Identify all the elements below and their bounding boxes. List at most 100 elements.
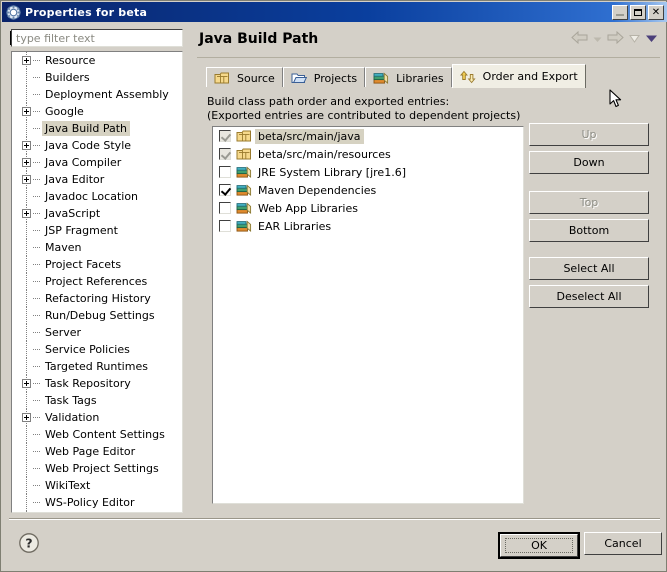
tree-connector bbox=[33, 468, 40, 469]
tree-connector bbox=[33, 213, 40, 214]
tab-libraries[interactable]: Libraries bbox=[365, 67, 452, 88]
entry-checkbox[interactable] bbox=[219, 130, 231, 142]
expand-plus-icon[interactable] bbox=[22, 413, 31, 422]
expand-plus-icon[interactable] bbox=[22, 107, 31, 116]
tree-guide-line bbox=[26, 494, 27, 511]
sidebar-item-web-page-editor[interactable]: Web Page Editor bbox=[12, 443, 182, 460]
tree-connector bbox=[33, 315, 40, 316]
page-title: Java Build Path bbox=[199, 31, 319, 47]
cancel-button[interactable]: Cancel bbox=[584, 532, 662, 555]
sidebar-item-builders[interactable]: Builders bbox=[12, 69, 182, 86]
tree-guide-line bbox=[26, 358, 27, 375]
sidebar-item-jsp-fragment[interactable]: JSP Fragment bbox=[12, 222, 182, 239]
back-arrow-icon[interactable] bbox=[571, 30, 588, 47]
expand-plus-icon[interactable] bbox=[22, 175, 31, 184]
expand-plus-icon[interactable] bbox=[22, 141, 31, 150]
list-item[interactable]: Web App Libraries bbox=[213, 199, 523, 217]
tab-order-and-export[interactable]: Order and Export bbox=[451, 64, 586, 88]
entry-checkbox[interactable] bbox=[219, 148, 231, 160]
library-books-icon bbox=[236, 219, 252, 233]
classpath-entries-list[interactable]: beta/src/main/java beta/src/main/resource… bbox=[212, 126, 524, 504]
expand-plus-icon[interactable] bbox=[22, 209, 31, 218]
entry-label: beta/src/main/java bbox=[255, 128, 364, 144]
sidebar-item-java-build-path[interactable]: Java Build Path bbox=[12, 120, 182, 137]
sidebar-item-ws-policy-editor[interactable]: WS-Policy Editor bbox=[12, 494, 182, 511]
sidebar-item-label: Maven bbox=[45, 241, 82, 254]
sidebar-item-java-editor[interactable]: Java Editor bbox=[12, 171, 182, 188]
tab-projects[interactable]: Projects bbox=[282, 67, 366, 88]
button-label: Down bbox=[573, 156, 605, 169]
tree-connector bbox=[33, 179, 40, 180]
sidebar-item-wikitext[interactable]: WikiText bbox=[12, 477, 182, 494]
menu-chevron-down-icon[interactable] bbox=[645, 33, 658, 46]
select-all-button[interactable]: Select All bbox=[529, 257, 649, 280]
close-button[interactable]: ✕ bbox=[648, 4, 664, 20]
svg-text:?: ? bbox=[25, 536, 32, 551]
list-item[interactable]: beta/src/main/java bbox=[213, 127, 523, 145]
help-icon[interactable]: ? bbox=[18, 532, 40, 554]
package-folder-icon bbox=[236, 129, 252, 143]
settings-tree[interactable]: Resource Builders Deployment Assembly Googl… bbox=[11, 51, 183, 513]
sidebar-item-refactoring-history[interactable]: Refactoring History bbox=[12, 290, 182, 307]
tree-guide-line bbox=[26, 307, 27, 324]
expand-plus-icon[interactable] bbox=[22, 379, 31, 388]
bottom-button[interactable]: Bottom bbox=[529, 219, 649, 242]
button-label: Up bbox=[581, 128, 597, 141]
tree-connector bbox=[33, 145, 40, 146]
expand-plus-icon[interactable] bbox=[22, 158, 31, 167]
entry-checkbox[interactable] bbox=[219, 166, 231, 178]
sidebar-item-javadoc-location[interactable]: Javadoc Location bbox=[12, 188, 182, 205]
back-menu-chevron-down-icon[interactable] bbox=[593, 33, 602, 46]
tree-guide-line bbox=[26, 273, 27, 290]
maximize-button[interactable] bbox=[630, 4, 646, 20]
sidebar-item-java-code-style[interactable]: Java Code Style bbox=[12, 137, 182, 154]
sidebar-item-google[interactable]: Google bbox=[12, 103, 182, 120]
sidebar-item-project-facets[interactable]: Project Facets bbox=[12, 256, 182, 273]
sidebar-item-javascript[interactable]: JavaScript bbox=[12, 205, 182, 222]
sidebar-item-web-project-settings[interactable]: Web Project Settings bbox=[12, 460, 182, 477]
sidebar-item-run-debug-settings[interactable]: Run/Debug Settings bbox=[12, 307, 182, 324]
footer-divider bbox=[9, 518, 660, 520]
light-chevron-down-icon[interactable] bbox=[629, 33, 640, 46]
sidebar-item-label: Targeted Runtimes bbox=[45, 360, 148, 373]
sidebar-item-validation[interactable]: Validation bbox=[12, 409, 182, 426]
sidebar-item-maven[interactable]: Maven bbox=[12, 239, 182, 256]
forward-arrow-icon[interactable] bbox=[607, 30, 624, 47]
package-folder-icon bbox=[236, 147, 252, 161]
minimize-button[interactable] bbox=[612, 4, 628, 20]
tree-connector bbox=[33, 77, 40, 78]
sidebar-item-task-repository[interactable]: Task Repository bbox=[12, 375, 182, 392]
list-item[interactable]: beta/src/main/resources bbox=[213, 145, 523, 163]
list-item[interactable]: JRE System Library [jre1.6] bbox=[213, 163, 523, 181]
sidebar-item-deployment-assembly[interactable]: Deployment Assembly bbox=[12, 86, 182, 103]
sidebar-item-label: Validation bbox=[45, 411, 100, 424]
sidebar-item-java-compiler[interactable]: Java Compiler bbox=[12, 154, 182, 171]
sidebar-item-label: Run/Debug Settings bbox=[45, 309, 155, 322]
sidebar-item-xdoclet[interactable]: XDoclet bbox=[12, 511, 182, 512]
sidebar-item-task-tags[interactable]: Task Tags bbox=[12, 392, 182, 409]
list-item[interactable]: EAR Libraries bbox=[213, 217, 523, 235]
sidebar-item-web-content-settings[interactable]: Web Content Settings bbox=[12, 426, 182, 443]
sidebar-item-resource[interactable]: Resource bbox=[12, 52, 182, 69]
ok-button[interactable]: OK bbox=[498, 532, 580, 559]
sidebar-item-label: Java Code Style bbox=[45, 139, 132, 152]
sidebar-item-project-references[interactable]: Project References bbox=[12, 273, 182, 290]
tab-source[interactable]: Source bbox=[206, 67, 283, 88]
sidebar-item-label: Task Repository bbox=[45, 377, 131, 390]
sidebar-item-service-policies[interactable]: Service Policies bbox=[12, 341, 182, 358]
tab-label: Source bbox=[237, 71, 275, 85]
deselect-all-button[interactable]: Deselect All bbox=[529, 285, 649, 308]
sidebar-item-label: Builders bbox=[45, 71, 90, 84]
tab-label: Libraries bbox=[396, 71, 444, 85]
sidebar-item-targeted-runtimes[interactable]: Targeted Runtimes bbox=[12, 358, 182, 375]
entry-checkbox[interactable] bbox=[219, 220, 231, 232]
entry-checkbox[interactable] bbox=[219, 202, 231, 214]
expand-plus-icon[interactable] bbox=[22, 56, 31, 65]
list-item[interactable]: Maven Dependencies bbox=[213, 181, 523, 199]
filter-input[interactable]: type filter text bbox=[11, 29, 183, 47]
down-button[interactable]: Down bbox=[529, 151, 649, 174]
sidebar-item-server[interactable]: Server bbox=[12, 324, 182, 341]
tree-connector bbox=[33, 162, 40, 163]
mouse-cursor bbox=[609, 89, 622, 108]
entry-checkbox[interactable] bbox=[219, 184, 231, 196]
